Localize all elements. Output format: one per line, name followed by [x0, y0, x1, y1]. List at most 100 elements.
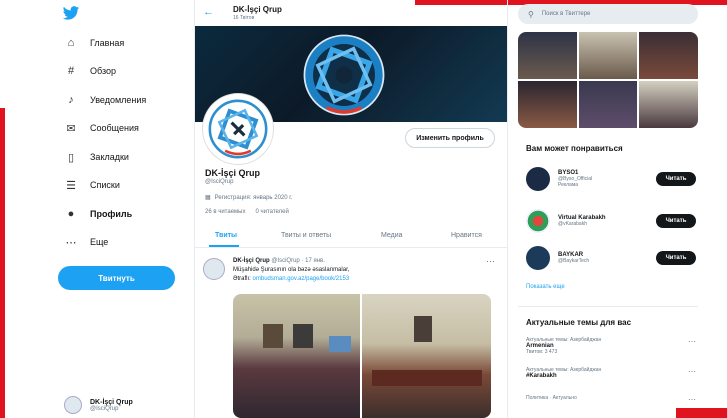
follow-button[interactable]: Читать — [656, 251, 696, 265]
tweet-text-line-2: Ətraflı: ombudsman.gov.az/page/book/2153 — [233, 276, 349, 282]
tweet-count: 16 Твітов — [233, 15, 255, 21]
tweet-header: DK-İşçi Qrup @IsciQrup · 17 янв. — [233, 258, 325, 264]
tweet-text-line: Müşahidə Şurasının ola bəzə əsaslanmalar… — [233, 267, 350, 273]
media-thumb[interactable] — [639, 32, 698, 79]
profile-emblem-icon — [208, 99, 268, 159]
trends-title: Актуальные темы для вас — [526, 318, 632, 327]
tab-tweets-replies[interactable]: Твиты и ответы — [281, 232, 331, 239]
sidebar-item-lists[interactable]: ☰ Списки — [64, 174, 120, 196]
profile-tabs: Твиты Твиты и ответы Медиа Нравится — [195, 226, 507, 248]
avatar — [526, 209, 550, 233]
media-thumb[interactable] — [578, 81, 638, 128]
divider — [518, 306, 698, 307]
joined-date: ▦ Регистрация: январь 2020 г. — [205, 194, 293, 202]
tweet-item[interactable]: DK-İşçi Qrup @IsciQrup · 17 янв. ⋯ Müşah… — [195, 250, 507, 418]
active-tab-indicator — [209, 245, 239, 247]
suggestion-item[interactable]: Virtual Karabakh @vKarabakh Читать — [526, 208, 696, 234]
more-options-icon[interactable]: ⋯ — [688, 395, 696, 404]
sidebar-item-explore[interactable]: # Обзор — [64, 60, 116, 82]
suggestion-item[interactable]: BYSO1 @Byso_Official Рекламa Читать — [526, 166, 696, 192]
followers-count[interactable]: 0 читателей — [255, 209, 288, 215]
tweet-photo-2[interactable] — [362, 294, 491, 418]
sidebar-item-label: Профиль — [90, 209, 133, 219]
media-thumb[interactable] — [578, 32, 638, 79]
more-options-icon[interactable]: ⋯ — [688, 367, 696, 376]
joined-text: Регистрация: январь 2020 г. — [214, 194, 293, 201]
account-name: DK-İşçi Qrup — [90, 398, 133, 406]
search-icon: ⚲ — [528, 9, 534, 19]
trend-name: #Karabakh — [526, 373, 557, 379]
right-sidebar: ⚲ Поиск в Твиттере Вам может понравиться… — [510, 0, 727, 418]
media-thumb[interactable] — [518, 81, 577, 128]
tweet-photo-1[interactable] — [233, 294, 360, 418]
profile-handle: @IsciQrup — [205, 179, 234, 185]
profile-name: DK-İşçi Qrup — [205, 168, 261, 178]
sidebar-item-more[interactable]: ⋯ Еще — [64, 231, 109, 253]
page-title: DK-İşçi Qrup — [233, 5, 282, 14]
back-arrow-icon[interactable]: ← — [203, 6, 214, 18]
trend-item[interactable]: Актуальные темы: Азербайджан #Karabakh ⋯ — [526, 367, 696, 379]
sidebar-item-label: Сообщения — [90, 123, 139, 133]
twitter-icon[interactable] — [62, 6, 82, 22]
media-thumb[interactable] — [639, 81, 698, 128]
who-to-follow-title: Вам может понравиться — [526, 144, 623, 153]
suggestion-handle: @BaykarTech — [558, 258, 590, 264]
calendar-icon: ▦ — [205, 195, 211, 201]
more-options-icon[interactable]: ⋯ — [688, 337, 696, 346]
follow-stats: 26 в читаемых 0 читателей — [205, 209, 289, 215]
sidebar-item-label: Списки — [90, 180, 120, 190]
profile-header: ← DK-İşçi Qrup 16 Твітов — [195, 0, 507, 26]
red-annotation-left — [0, 108, 5, 418]
bell-icon: ♪ — [68, 94, 74, 106]
more-icon: ⋯ — [65, 236, 77, 249]
show-more-link[interactable]: Показать еще — [526, 284, 565, 290]
profile-avatar[interactable] — [203, 94, 273, 164]
sidebar-item-bookmarks[interactable]: ▯ Закладки — [64, 146, 129, 168]
sidebar-item-label: Главная — [90, 38, 125, 48]
list-icon: ☰ — [66, 179, 76, 192]
follow-button[interactable]: Читать — [656, 214, 696, 228]
avatar — [526, 246, 550, 270]
trend-item[interactable]: Актуальные темы: Азербайджан Armenian Тв… — [526, 337, 696, 355]
sidebar-item-label: Закладки — [90, 152, 129, 162]
tab-media[interactable]: Медиа — [381, 232, 403, 239]
trend-item[interactable]: Политика · Актуально ⋯ — [526, 395, 696, 404]
sidebar-item-label: Обзор — [90, 66, 116, 76]
hash-icon: # — [67, 65, 75, 77]
search-input[interactable]: ⚲ Поиск в Твиттере — [518, 4, 698, 24]
search-placeholder: Поиск в Твиттере — [541, 11, 591, 17]
suggestion-item[interactable]: BAYKAR @BaykarTech Читать — [526, 245, 696, 271]
follow-button[interactable]: Читать — [656, 172, 696, 186]
account-switcher[interactable]: DK-İşçi Qrup @IsciQrup — [64, 396, 133, 414]
more-options-icon[interactable]: ⋯ — [486, 256, 495, 267]
edit-profile-button[interactable]: Изменить профиль — [405, 128, 495, 148]
trend-context: Политика · Актуально — [526, 395, 577, 401]
bookmark-icon: ▯ — [67, 151, 75, 164]
following-count[interactable]: 26 в читаемых — [205, 209, 245, 215]
tweet-text-prefix: Ətraflı: — [233, 276, 251, 282]
suggestion-handle: @vKarabakh — [558, 221, 587, 227]
media-grid[interactable] — [518, 32, 698, 128]
media-thumb[interactable] — [518, 32, 577, 79]
avatar — [203, 258, 225, 280]
tweet-media[interactable] — [233, 294, 491, 418]
tweet-author: DK-İşçi Qrup — [233, 258, 270, 264]
tab-likes[interactable]: Нравится — [451, 232, 482, 239]
sidebar-item-messages[interactable]: ✉ Сообщения — [64, 117, 139, 139]
sidebar-item-notifications[interactable]: ♪ Уведомления — [64, 89, 146, 111]
mail-icon: ✉ — [66, 122, 76, 135]
tweet-meta: @IsciQrup · 17 янв. — [271, 258, 325, 264]
avatar — [526, 167, 550, 191]
avatar — [64, 396, 82, 414]
organization-emblem — [303, 34, 385, 116]
tweet-link[interactable]: ombudsman.gov.az/page/book/2153 — [253, 276, 350, 282]
trend-count: Твитов: 3 473 — [526, 349, 558, 355]
person-icon: ● — [67, 208, 75, 220]
sidebar-item-label: Еще — [90, 237, 109, 247]
sidebar-item-profile[interactable]: ● Профиль — [64, 203, 132, 225]
sidebar-item-label: Уведомления — [90, 95, 147, 105]
profile-column: ← DK-İşçi Qrup 16 Твітов Изменить профил… — [194, 0, 508, 418]
tweet-button[interactable]: Твитнуть — [58, 266, 175, 290]
tab-tweets[interactable]: Твиты — [215, 232, 237, 239]
sidebar-item-home[interactable]: ⌂ Главная — [64, 32, 125, 54]
